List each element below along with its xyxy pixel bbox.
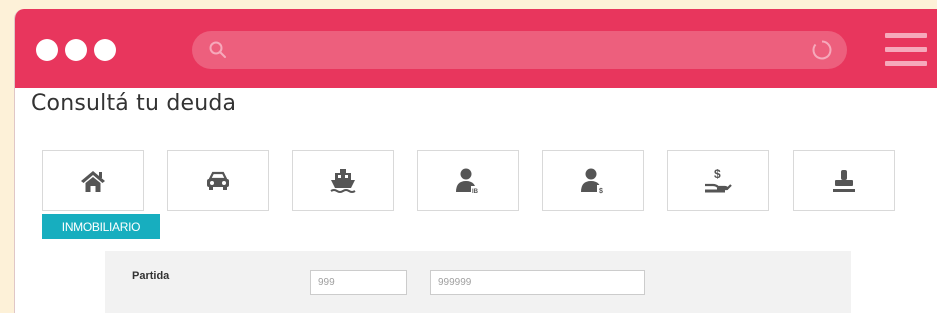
hamburger-menu-icon[interactable] [885,33,927,67]
page-title: Consultá tu deuda [31,91,237,116]
person-dollar-icon: $ [581,168,606,195]
category-tile-persona-dolar[interactable]: $ [542,150,644,211]
address-bar[interactable] [192,31,847,69]
window-control-dot[interactable] [65,39,87,61]
search-icon[interactable] [208,40,228,65]
reload-icon[interactable] [811,39,833,66]
partida-label: Partida [132,270,170,282]
car-icon [207,171,229,190]
svg-text:$: $ [599,188,603,195]
browser-window: Consultá tu deuda IB $ $ INMOBILIARIO Pa… [14,9,937,313]
search-form: Partida [105,251,851,313]
tab-inmobiliario[interactable]: INMOBILIARIO [42,214,160,239]
category-tile-sellos[interactable] [793,150,895,211]
house-icon [81,170,105,192]
category-tile-automotor[interactable] [167,150,269,211]
boat-icon [330,168,356,193]
svg-text:$: $ [714,167,721,181]
browser-toolbar [15,9,937,88]
category-tile-ingresos-brutos[interactable]: IB [417,150,519,211]
partida-field-2[interactable] [430,270,645,295]
person-ib-icon: IB [456,168,481,195]
category-tile-planes-de-pago[interactable]: $ [667,150,769,211]
window-control-dot[interactable] [94,39,116,61]
category-tile-inmobiliario[interactable] [42,150,144,211]
hand-money-icon: $ [705,167,732,192]
category-tile-embarcaciones[interactable] [292,150,394,211]
window-control-dot[interactable] [36,39,58,61]
partida-field-1[interactable] [310,270,407,295]
stamp-icon [833,169,855,192]
svg-text:IB: IB [472,189,479,195]
